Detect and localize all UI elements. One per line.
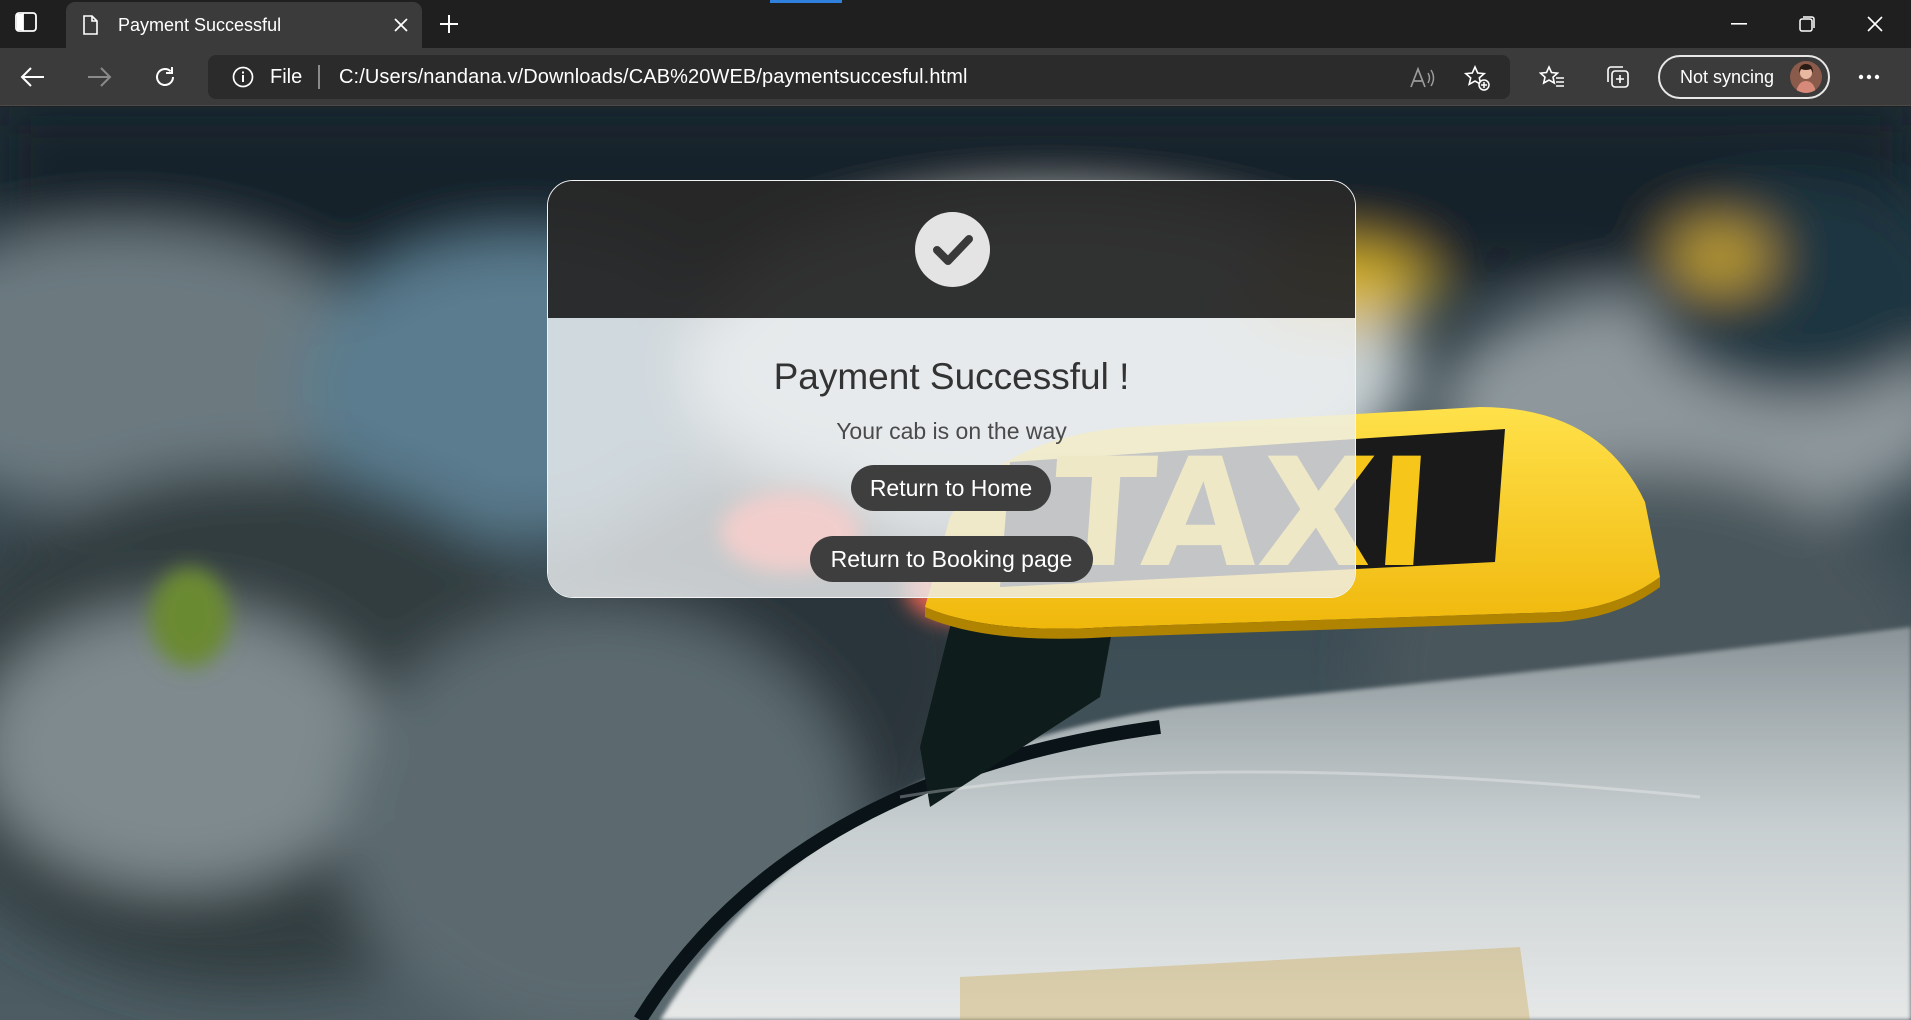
info-icon[interactable] — [232, 66, 254, 88]
read-aloud-button[interactable] — [1407, 64, 1437, 92]
minimize-icon — [1731, 23, 1747, 25]
tab-loading-indicator — [770, 0, 842, 3]
close-window-button[interactable] — [1840, 0, 1910, 48]
sidebar-toggle-button[interactable] — [10, 9, 42, 39]
favorites-button[interactable] — [1532, 57, 1572, 97]
tab-title: Payment Successful — [118, 14, 282, 35]
refresh-button[interactable] — [145, 57, 185, 97]
url-text[interactable]: C:/Users/nandana.v/Downloads/CAB%20WEB/p… — [339, 66, 968, 89]
address-bar[interactable]: File C:/Users/nandana.v/Downloads/CAB%20… — [208, 55, 1510, 99]
add-favorite-icon — [1464, 65, 1490, 91]
close-window-icon — [1867, 16, 1883, 32]
page-viewport: TAXI Payment Successful ! Your cab is on… — [0, 107, 1911, 1020]
return-home-button[interactable]: Return to Home — [851, 465, 1051, 511]
favorites-icon — [1539, 65, 1564, 87]
return-booking-button[interactable]: Return to Booking page — [810, 536, 1093, 582]
tab-strip: Payment Successful — [0, 0, 1911, 48]
card-header — [548, 181, 1355, 318]
close-icon — [394, 18, 408, 32]
avatar — [1790, 61, 1822, 93]
card-body: Payment Successful ! Your cab is on the … — [548, 318, 1355, 597]
payment-success-card: Payment Successful ! Your cab is on the … — [547, 180, 1356, 598]
sync-status-label: Not syncing — [1680, 66, 1775, 87]
restore-button[interactable] — [1772, 0, 1842, 48]
sidebar-icon — [15, 11, 37, 37]
refresh-icon — [156, 67, 174, 86]
back-button[interactable] — [13, 57, 53, 97]
tab-close-button[interactable] — [386, 10, 416, 40]
url-scheme-label: File — [270, 66, 303, 88]
minimize-button[interactable] — [1704, 0, 1774, 48]
checkmark-icon — [932, 234, 973, 265]
success-badge — [915, 212, 990, 287]
tab-payment-successful[interactable]: Payment Successful — [66, 2, 422, 48]
more-icon — [1858, 74, 1880, 80]
back-icon — [20, 67, 44, 87]
address-divider — [318, 65, 320, 89]
forward-icon — [88, 67, 112, 87]
profile-sync-button[interactable]: Not syncing — [1658, 55, 1830, 99]
add-favorite-button[interactable] — [1462, 64, 1492, 92]
page-title: Payment Successful ! — [773, 356, 1130, 397]
new-tab-button[interactable] — [432, 8, 466, 40]
page-icon — [78, 13, 102, 37]
browser-toolbar: File C:/Users/nandana.v/Downloads/CAB%20… — [0, 48, 1911, 106]
collections-button[interactable] — [1598, 57, 1638, 97]
status-message: Your cab is on the way — [836, 418, 1067, 444]
plus-icon — [440, 15, 458, 33]
restore-icon — [1799, 16, 1815, 32]
read-aloud-icon — [1410, 67, 1435, 88]
collections-icon — [1607, 66, 1629, 88]
forward-button[interactable] — [79, 57, 119, 97]
settings-more-button[interactable] — [1849, 57, 1889, 97]
